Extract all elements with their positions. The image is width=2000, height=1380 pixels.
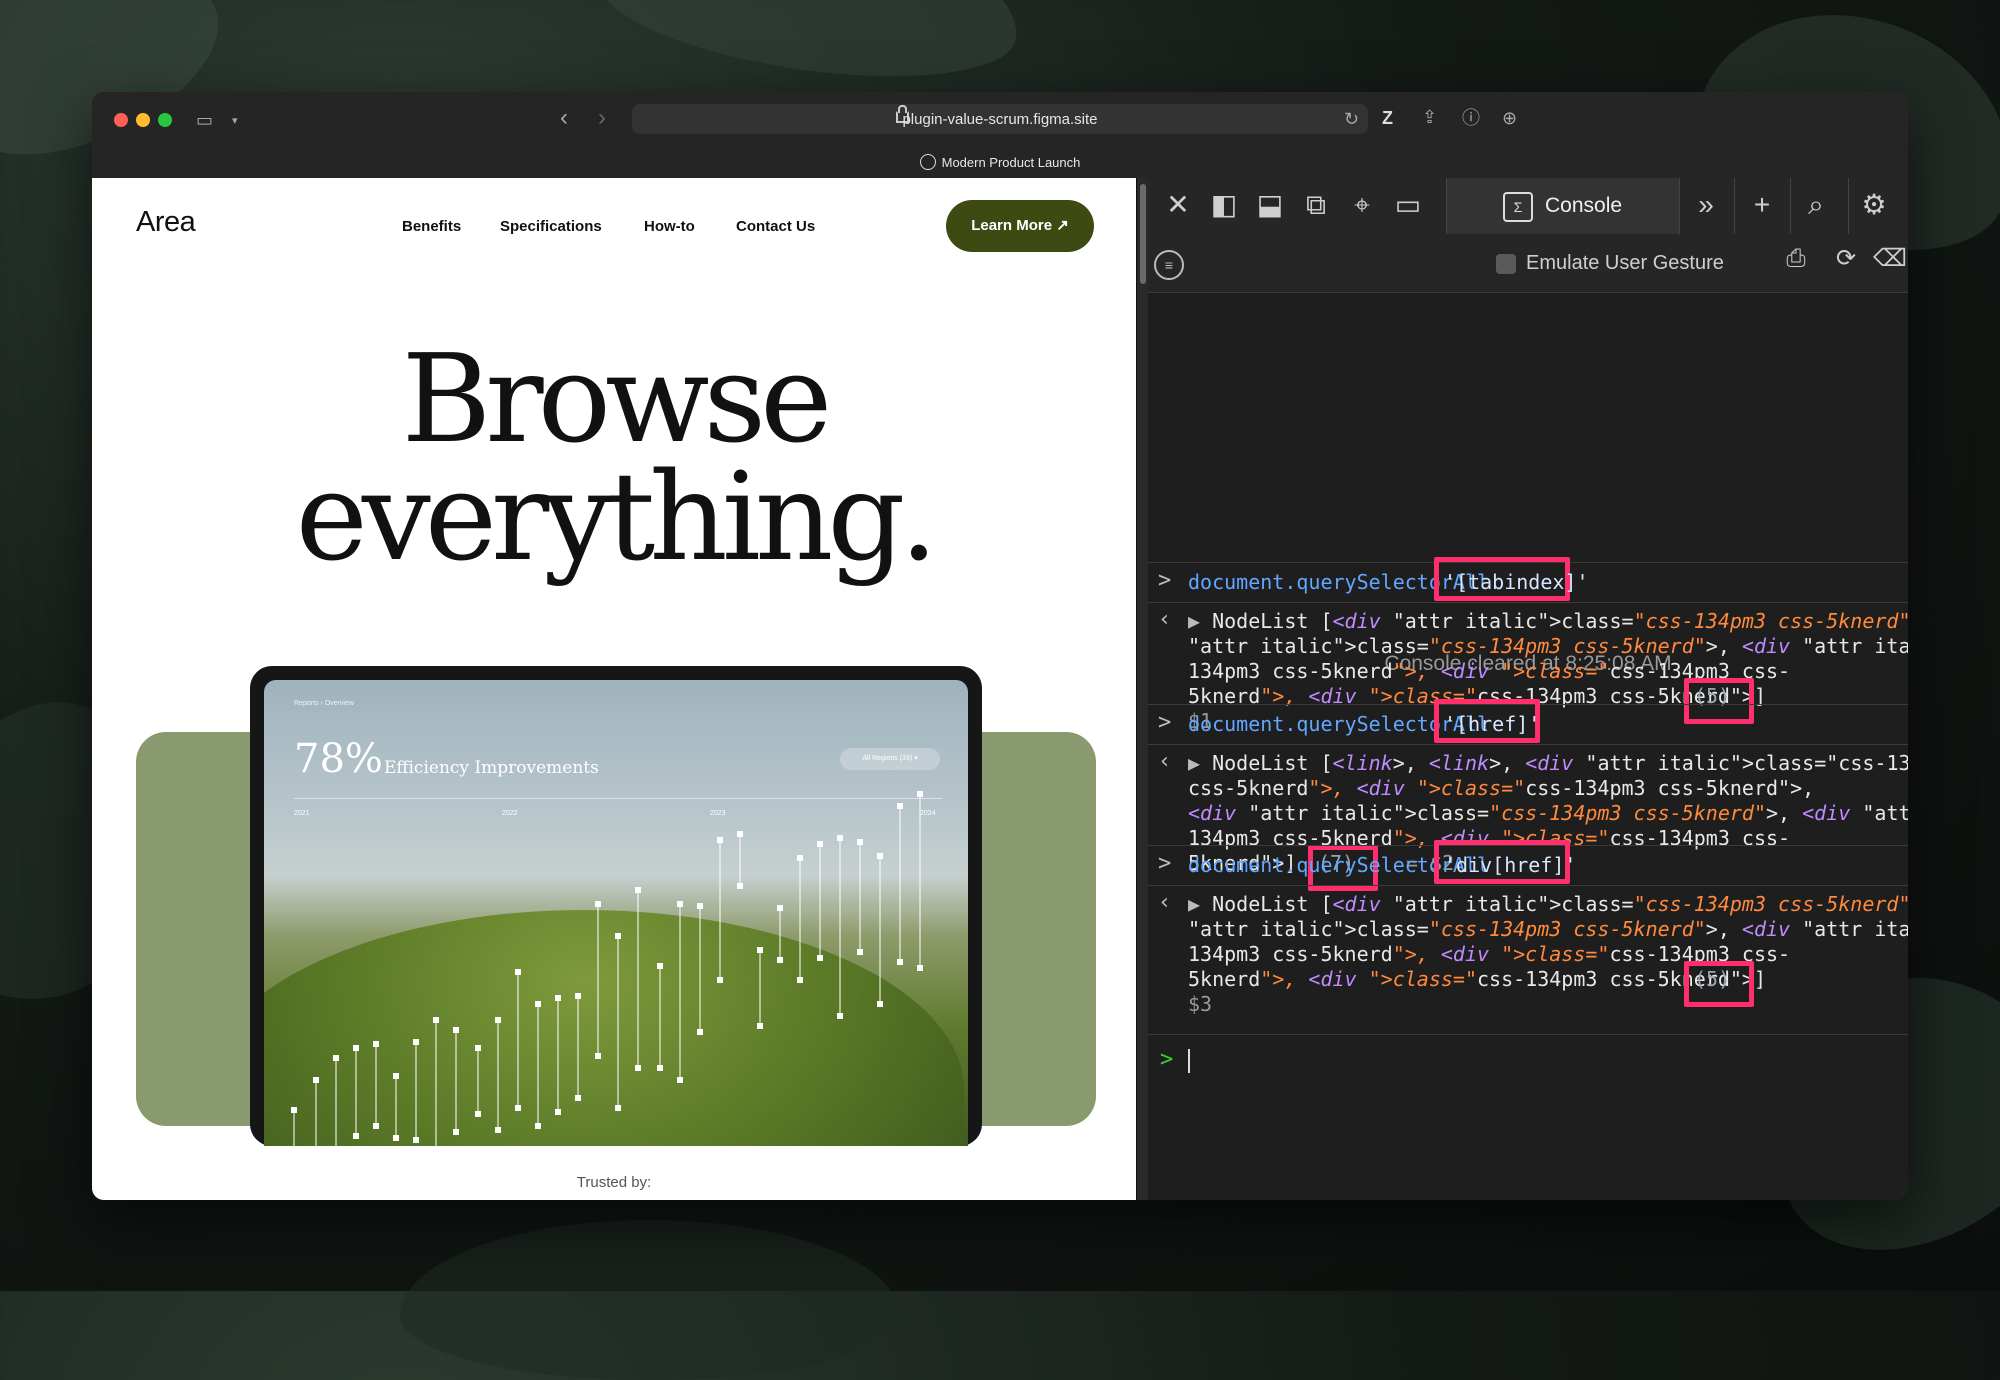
result-line: "attr italic">class="css-134pm3 css-5kne… (1188, 917, 1908, 941)
gear-icon[interactable]: ⚙ (1856, 188, 1892, 222)
tab-title-text: Modern Product Launch (941, 155, 1081, 170)
device-icon[interactable]: ▭ (1390, 188, 1426, 222)
sidebar-icon[interactable]: ▭ (196, 110, 213, 130)
url-text: plugin-value-scrum.figma.site (902, 111, 1098, 128)
emulate-gesture-label: Emulate User Gesture (1526, 252, 1724, 274)
info-icon[interactable]: ⓘ (1462, 108, 1480, 128)
result-line: NodeList [<link>, <link>, <div "attr ita… (1188, 751, 1908, 775)
console-command-row: > document.querySelectorAll '[href]' (1148, 699, 1908, 745)
devtools-panel: ✕ ◧ ⬓ ⧉ ⌖ ▭ Σ Console » + ⌕ ⚙ ≡ Emulate … (1148, 178, 1908, 1200)
dashboard-screen: Reports › Overview 78% Efficiency Improv… (264, 680, 968, 1146)
close-window-button[interactable] (114, 113, 128, 127)
result-variable: $3 (1188, 992, 1213, 1016)
download-icon[interactable]: ⊕ (1502, 108, 1517, 128)
console-result[interactable]: NodeList [<div "attr italic">class="css-… (1188, 609, 1908, 709)
tab-console-label: Console (1545, 194, 1623, 217)
result-line: 134pm3 css-5knerd">, <div ">class="css-1… (1188, 659, 1791, 683)
result-line: <div "attr italic">class="css-134pm3 css… (1188, 801, 1908, 825)
nav-link-contact-us[interactable]: Contact Us (736, 218, 815, 235)
result-arrow-icon: ‹ (1158, 890, 1172, 915)
console-argument: '[href]' (1444, 712, 1541, 736)
console-subtoolbar: ≡ Emulate User Gesture ⎙ ⟳ ⌫ (1148, 234, 1908, 293)
nav-link-how-to[interactable]: How-to (644, 218, 695, 235)
result-count: (5) (1694, 967, 1731, 991)
search-icon[interactable]: ⌕ (1798, 188, 1834, 222)
nav-link-specifications[interactable]: Specifications (500, 218, 602, 235)
trusted-by-label: Trusted by: (576, 1174, 652, 1191)
background-leaf (400, 1220, 900, 1380)
console-command-row: > document.querySelectorAll'div[href]' (1148, 840, 1908, 886)
result-line: NodeList [<div "attr italic">class="css-… (1188, 892, 1908, 916)
zoom-window-button[interactable] (158, 113, 172, 127)
dock-left-icon[interactable]: ◧ (1206, 188, 1242, 222)
extension-icon[interactable]: Z (1382, 108, 1393, 128)
console-result[interactable]: NodeList [<div "attr italic">class="css-… (1188, 892, 1908, 992)
result-line: NodeList [<div "attr italic">class="css-… (1188, 609, 1908, 633)
console-argument: '[tabindex]' (1444, 570, 1589, 594)
text-cursor (1188, 1049, 1190, 1073)
refresh-icon[interactable]: ⟳ (1828, 242, 1864, 276)
reload-icon[interactable]: ↻ (1344, 109, 1359, 129)
globe-icon (919, 154, 936, 170)
result-line: 134pm3 css-5knerd">, <div ">class="css-1… (1188, 942, 1791, 966)
result-line: "attr italic">class="css-134pm3 css-5kne… (1188, 634, 1908, 658)
learn-more-button[interactable]: Learn More ↗ (946, 200, 1094, 252)
emulate-gesture-checkbox[interactable] (1496, 254, 1516, 274)
site-logo[interactable]: Area (136, 206, 196, 239)
console-result-row: ‹ ▶ NodeList [<div "attr italic">class="c… (1148, 885, 1908, 1016)
address-bar[interactable]: plugin-value-scrum.figma.site ↻ (632, 104, 1368, 134)
safari-window: ▭ ▾ ‹ › plugin-value-scrum.figma.site ↻ … (92, 92, 1908, 1200)
result-arrow-icon: ‹ (1158, 749, 1172, 774)
chevron-right-icon: > (1158, 710, 1172, 735)
result-arrow-icon: ‹ (1158, 607, 1172, 632)
back-icon[interactable]: ‹ (560, 106, 568, 130)
console-icon: Σ (1503, 192, 1533, 222)
tab-title[interactable]: Modern Product Launch (92, 154, 1908, 170)
title-bar: ▭ ▾ ‹ › plugin-value-scrum.figma.site ↻ … (92, 92, 1908, 179)
result-line: 5knerd">, <div ">class="css-134pm3 css-5… (1188, 967, 1766, 991)
webpage: Area Benefits Specifications How-to Cont… (92, 178, 1136, 1200)
forward-icon[interactable]: › (598, 106, 606, 130)
hero-heading-line2: everything. (295, 446, 939, 588)
nav-link-benefits[interactable]: Benefits (402, 218, 461, 235)
clear-console-icon[interactable]: ⌫ (1872, 242, 1908, 276)
console-argument: 'div[href]' (1444, 853, 1577, 877)
js-snippet-icon[interactable]: ⎙ (1778, 242, 1814, 276)
undock-icon[interactable]: ⧉ (1298, 188, 1334, 222)
tablet-mockup: Reports › Overview 78% Efficiency Improv… (250, 666, 982, 1146)
dashboard-bars (291, 791, 923, 1146)
close-icon[interactable]: ✕ (1160, 188, 1196, 222)
inspect-icon[interactable]: ⌖ (1344, 188, 1380, 222)
add-tab-icon[interactable]: + (1744, 188, 1780, 222)
result-line: css-5knerd">, <div ">class="css-134pm3 c… (1188, 776, 1815, 800)
dock-bottom-icon[interactable]: ⬓ (1252, 188, 1288, 222)
tab-console[interactable]: Σ Console (1446, 178, 1680, 234)
share-icon[interactable]: ⇪ (1422, 107, 1437, 127)
minimize-window-button[interactable] (136, 113, 150, 127)
chevron-down-icon[interactable]: ▾ (232, 111, 238, 131)
devtools-toolbar: ✕ ◧ ⬓ ⧉ ⌖ ▭ Σ Console » + ⌕ ⚙ (1148, 178, 1908, 235)
background-leaf (591, 0, 1029, 99)
chevron-right-icon: > (1158, 568, 1172, 593)
console-command-row: > document.querySelectorAll '[tabindex]' (1148, 557, 1908, 603)
console-input[interactable]: > (1148, 1034, 1908, 1085)
chevron-right-icon: > (1158, 851, 1172, 876)
filter-icon[interactable]: ≡ (1154, 250, 1184, 280)
prompt-caret-icon: > (1160, 1047, 1174, 1072)
scrollbar-thumb[interactable] (1140, 184, 1146, 284)
more-tabs-icon[interactable]: » (1688, 188, 1724, 222)
